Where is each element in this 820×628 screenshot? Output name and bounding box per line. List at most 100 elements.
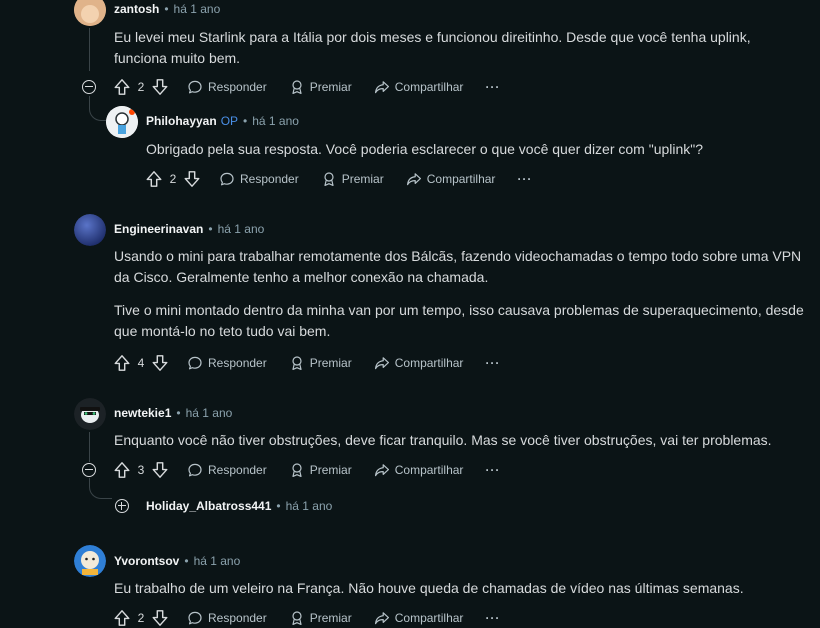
share-label: Compartilhar <box>394 80 464 94</box>
comment-body: Usando o mini para trabalhar remotamente… <box>114 246 804 354</box>
avatar[interactable] <box>74 398 106 430</box>
timestamp[interactable]: há 1 ano <box>174 2 221 16</box>
vote-control: 4 <box>113 354 169 372</box>
comment-actions: 2 Responder Premiar Compartilhar ··· <box>113 77 500 97</box>
more-options-button[interactable]: ··· <box>485 611 500 625</box>
author-name[interactable]: Yvorontsov <box>114 554 179 568</box>
comment-bubble-icon <box>187 610 203 626</box>
timestamp[interactable]: há 1 ano <box>218 222 265 236</box>
timestamp[interactable]: há 1 ano <box>286 499 333 513</box>
comment-actions: 4 Responder Premiar Compartilhar ··· <box>113 353 500 373</box>
avatar[interactable] <box>74 214 106 246</box>
avatar[interactable] <box>74 545 106 577</box>
vote-count: 4 <box>137 356 145 370</box>
award-label: Premiar <box>309 80 352 94</box>
avatar-icon <box>74 545 106 577</box>
author-name[interactable]: Engineerinavan <box>114 222 203 236</box>
avatar-icon <box>74 0 106 26</box>
comment-bubble-icon <box>219 171 235 187</box>
award-icon <box>289 355 305 371</box>
collapse-icon[interactable] <box>82 463 96 477</box>
avatar[interactable] <box>74 0 106 26</box>
share-label: Compartilhar <box>394 356 464 370</box>
award-icon <box>289 462 305 478</box>
share-arrow-icon <box>374 355 390 371</box>
vote-count: 2 <box>137 80 145 94</box>
more-options-button[interactable]: ··· <box>485 463 500 477</box>
share-label: Compartilhar <box>426 172 496 186</box>
vote-control: 3 <box>113 461 169 479</box>
comment-body: Eu levei meu Starlink para a Itália por … <box>114 27 804 81</box>
award-button[interactable]: Premiar <box>289 462 352 478</box>
reply-label: Responder <box>240 172 299 186</box>
downvote-icon[interactable] <box>151 78 169 96</box>
comment-body: Enquanto você não tiver obstruções, deve… <box>114 430 804 463</box>
share-arrow-icon <box>374 79 390 95</box>
expand-icon[interactable] <box>115 499 129 513</box>
comment-paragraph: Enquanto você não tiver obstruções, deve… <box>114 432 772 448</box>
more-options-button[interactable]: ··· <box>517 172 532 186</box>
upvote-icon[interactable] <box>113 354 131 372</box>
author-name[interactable]: newtekie1 <box>114 406 171 420</box>
reply-label: Responder <box>208 463 267 477</box>
author-name[interactable]: Philohayyan <box>146 114 217 128</box>
vote-count: 2 <box>137 611 145 625</box>
reply-button[interactable]: Responder <box>187 610 267 626</box>
reply-button[interactable]: Responder <box>187 355 267 371</box>
downvote-icon[interactable] <box>151 609 169 627</box>
avatar-icon <box>74 214 106 246</box>
reply-button[interactable]: Responder <box>187 462 267 478</box>
award-button[interactable]: Premiar <box>321 171 384 187</box>
timestamp[interactable]: há 1 ano <box>194 554 241 568</box>
more-options-button[interactable]: ··· <box>485 356 500 370</box>
comment-paragraph: Obrigado pela sua resposta. Você poderia… <box>146 141 704 157</box>
award-button[interactable]: Premiar <box>289 355 352 371</box>
downvote-icon[interactable] <box>151 354 169 372</box>
award-icon <box>289 610 305 626</box>
share-arrow-icon <box>406 171 422 187</box>
upvote-icon[interactable] <box>113 461 131 479</box>
downvote-icon[interactable] <box>151 461 169 479</box>
op-badge: OP <box>220 114 239 128</box>
award-label: Premiar <box>309 611 352 625</box>
share-button[interactable]: Compartilhar <box>374 79 464 95</box>
share-button[interactable]: Compartilhar <box>374 610 464 626</box>
reply-label: Responder <box>208 80 267 94</box>
share-button[interactable]: Compartilhar <box>374 462 463 478</box>
timestamp[interactable]: há 1 ano <box>252 114 299 128</box>
avatar-icon <box>106 106 138 138</box>
vote-count: 3 <box>137 463 145 477</box>
upvote-icon[interactable] <box>113 609 131 627</box>
comment-meta: zantosh • há 1 ano <box>114 2 221 16</box>
comment-body: Obrigado pela sua resposta. Você poderia… <box>146 139 820 172</box>
award-label: Premiar <box>309 356 352 370</box>
upvote-icon[interactable] <box>145 170 163 188</box>
share-label: Compartilhar <box>394 611 464 625</box>
award-label: Premiar <box>309 463 352 477</box>
vote-control: 2 <box>113 609 169 627</box>
comment-meta: Holiday_Albatross441 • há 1 ano <box>146 499 333 513</box>
downvote-icon[interactable] <box>183 170 201 188</box>
share-button[interactable]: Compartilhar <box>406 171 496 187</box>
more-options-button[interactable]: ··· <box>485 80 500 94</box>
share-button[interactable]: Compartilhar <box>374 355 464 371</box>
timestamp[interactable]: há 1 ano <box>186 406 233 420</box>
avatar[interactable] <box>106 106 138 138</box>
comment-actions: 2 Responder Premiar Compartilhar ··· <box>145 169 532 189</box>
award-button[interactable]: Premiar <box>289 610 352 626</box>
comment-meta: Philohayyan OP • há 1 ano <box>146 114 299 128</box>
author-name[interactable]: zantosh <box>114 2 159 16</box>
reply-button[interactable]: Responder <box>219 171 299 187</box>
comment-body: Eu trabalho de um veleiro na França. Não… <box>114 578 804 611</box>
comment-meta: newtekie1 • há 1 ano <box>114 406 233 420</box>
comment-meta: Yvorontsov • há 1 ano <box>114 554 241 568</box>
collapse-icon[interactable] <box>82 80 96 94</box>
award-button[interactable]: Premiar <box>289 79 352 95</box>
comment-bubble-icon <box>187 79 203 95</box>
upvote-icon[interactable] <box>113 78 131 96</box>
comment-paragraph: Tive o mini montado dentro da minha van … <box>114 302 804 339</box>
reply-button[interactable]: Responder <box>187 79 267 95</box>
comment-paragraph: Eu levei meu Starlink para a Itália por … <box>114 29 751 66</box>
author-name[interactable]: Holiday_Albatross441 <box>146 499 271 513</box>
comment-meta: Engineerinavan • há 1 ano <box>114 222 265 236</box>
